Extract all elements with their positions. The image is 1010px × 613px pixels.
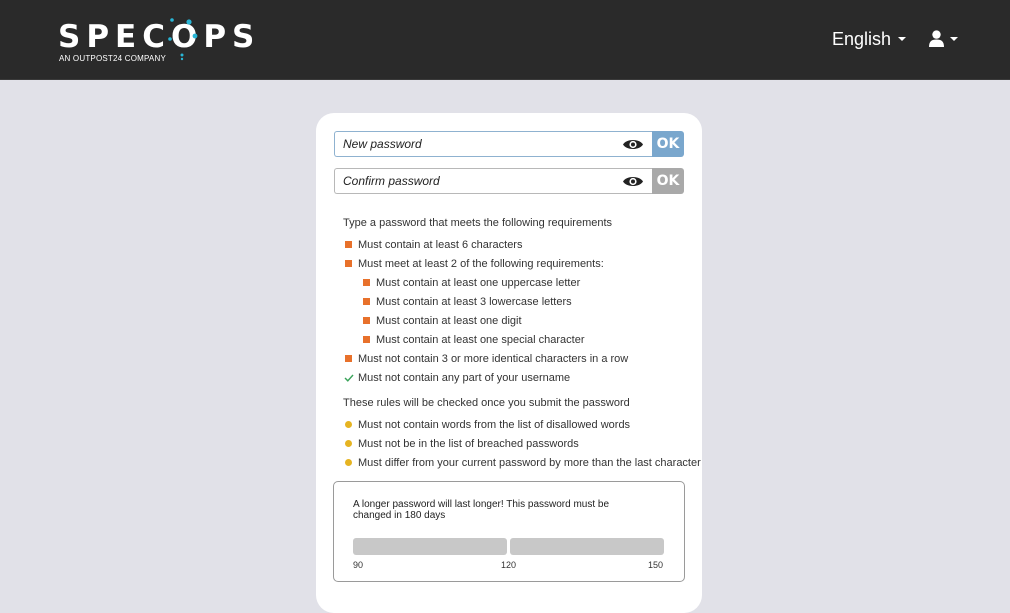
user-icon [929,30,944,47]
lifetime-bar-segment [510,538,664,555]
eye-icon[interactable] [622,174,644,189]
lifetime-message: A longer password will last longer! This… [353,499,610,521]
confirm-password-field-wrapper [334,168,652,194]
new-password-ok-button[interactable]: OK [652,131,684,157]
requirement-item: Must meet at least 2 of the following re… [358,258,604,270]
confirm-password-row: OK [334,168,684,194]
lifetime-scale-label: 150 [648,560,664,570]
unmet-indicator-icon [345,355,352,362]
eye-icon[interactable] [622,137,644,152]
new-password-field-wrapper [334,131,652,157]
lifetime-scale-label: 90 [353,560,364,570]
confirm-password-ok-button[interactable]: OK [652,168,684,194]
unmet-indicator-icon [363,336,370,343]
requirement-item: Must contain at least 6 characters [358,239,523,251]
password-change-card: OK OK Type a password that meets the fol… [316,113,702,613]
requirement-item: Must not contain 3 or more identical cha… [358,353,629,365]
submit-rule-item: Must not be in the list of breached pass… [358,438,579,450]
requirement-subitem: Must contain at least one digit [376,315,522,327]
unmet-indicator-icon [363,298,370,305]
specops-logo: SPECOPS AN OUTPOST24 COMPANY [58,18,258,64]
unmet-indicator-icon [345,260,352,267]
requirement-subitem: Must contain at least 3 lowercase letter… [376,296,572,308]
lifetime-bar-segment [353,538,507,555]
pending-indicator-icon [345,421,352,428]
unmet-indicator-icon [345,241,352,248]
logo-tagline: AN OUTPOST24 COMPANY [59,54,166,63]
new-password-row: OK [334,131,684,157]
requirement-item: Must not contain any part of your userna… [358,372,571,384]
confirm-password-input[interactable] [335,169,613,193]
language-selector[interactable]: English [832,28,907,50]
user-menu[interactable] [929,30,958,47]
requirements-intro: Type a password that meets the following… [343,217,613,229]
language-label: English [832,29,892,49]
top-navigation-bar: SPECOPS AN OUTPOST24 COMPANY English [0,0,1010,80]
new-password-input[interactable] [335,132,613,156]
chevron-down-icon [950,36,958,41]
requirement-subitem: Must contain at least one uppercase lett… [376,277,581,289]
pending-indicator-icon [345,440,352,447]
submit-rule-item: Must differ from your current password b… [358,457,701,469]
chevron-down-icon [898,37,907,41]
requirement-subitem: Must contain at least one special charac… [376,334,585,346]
password-lifetime-box: A longer password will last longer! This… [333,481,685,582]
unmet-indicator-icon [363,317,370,324]
unmet-indicator-icon [363,279,370,286]
checkmark-icon [344,374,354,382]
submit-rule-item: Must not contain words from the list of … [358,419,631,431]
lifetime-scale-label: 120 [501,560,517,570]
logo-wordmark: SPECOPS [58,19,261,55]
pending-indicator-icon [345,459,352,466]
submit-rules-intro: These rules will be checked once you sub… [343,397,630,409]
